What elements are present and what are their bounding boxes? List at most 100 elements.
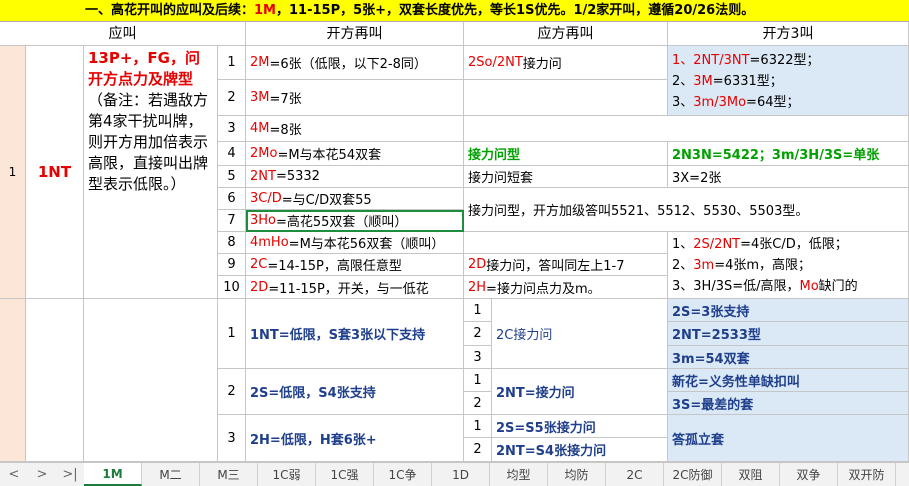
third-b3-text: 缺门的 [818,279,858,294]
resp-empty-2[interactable] [464,80,668,116]
g3-resp-1[interactable]: 2S=S5张接力问 [492,415,668,438]
g3-sub-1[interactable]: 1 [464,415,492,438]
opener-rebid-cell[interactable]: 2C =14-15P，高限任意型 [246,254,464,276]
rebid-text: =7张 [269,92,302,107]
row-header[interactable]: 1 [0,46,26,299]
opener-row-number[interactable]: 6 [218,188,246,210]
sheet-tab[interactable]: 双争 [780,463,838,486]
header-responder-rebid[interactable]: 应方再叫 [464,22,668,46]
g3-rebid[interactable]: 2H=低限，H套6张+ [246,415,464,462]
opener-rebid-cell[interactable]: 2NT =5332 [246,166,464,188]
opener-row-number[interactable]: 8 [218,232,246,254]
opener-rebid-cell[interactable]: 2M =6张（低限，以下2-8同） [246,46,464,80]
header-opener-rebid[interactable]: 开方再叫 [246,22,464,46]
sheet-tab[interactable]: 1D [432,463,490,486]
bid-1nt[interactable]: 1NT [26,46,84,299]
sheet-tab[interactable]: 双阻 [722,463,780,486]
sheet-tab[interactable]: 1C争 [374,463,432,486]
tab-nav-next[interactable]: > [28,463,56,486]
third-singleton[interactable]: 2N3N=5422；3m/3H/3S=单张 [668,142,909,166]
g2-sub-2[interactable]: 2 [464,392,492,415]
g1-third-2[interactable]: 2NT=2533型 [668,322,909,346]
g2-third-2[interactable]: 3S=最差的套 [668,392,909,415]
g2-resp[interactable]: 2NT=接力问 [492,369,668,415]
third-a3-key: 3m/3Mo [693,95,747,110]
header-response[interactable]: 应叫 [0,22,246,46]
sheet-tab[interactable]: 1C弱 [258,463,316,486]
opener-rebid-cell[interactable]: 3Ho =高花55双套（顺叫） [246,210,464,232]
banner-text-3: ，11-15P，5张+，双套长度优先，等长1S优先。1/2家开叫，遵循20/26… [276,3,755,18]
resp-2d-relay[interactable]: 2D 接力问，答叫同左上1-7 [464,254,668,276]
sheet-tab[interactable]: M二 [142,463,200,486]
third-doubleton[interactable]: 3X=2张 [668,166,909,188]
resp-2h-relay[interactable]: 2H =接力问点力及m。 [464,276,668,299]
opener-rebid-cell[interactable]: 4M =8张 [246,116,464,142]
opener-rebid-cell[interactable]: 4mHo =M与本花56双套（顺叫） [246,232,464,254]
rebid-key: 4M [250,121,270,136]
g1-number[interactable]: 1 [218,299,246,369]
resp-relay-shape[interactable]: 接力问型 [464,142,668,166]
opener-rebid-cell[interactable]: 3C/D =与C/D双套55 [246,188,464,210]
g2-third-1[interactable]: 新花=义务性单缺扣叫 [668,369,909,392]
rebid-text: =11-15P，开关，与一低花 [268,281,429,297]
opener-row-number[interactable]: 5 [218,166,246,188]
g1-third-1[interactable]: 2S=3张支持 [668,299,909,322]
g1-sub-2[interactable]: 2 [464,322,492,346]
opener-row-number[interactable]: 10 [218,276,246,299]
g3-sub-2[interactable]: 2 [464,438,492,462]
opener-row-number[interactable]: 2 [218,80,246,116]
sheet-tab[interactable]: 2C防御 [664,463,722,486]
third-a1-text: =6322型； [749,53,820,68]
sheet-tab[interactable]: 2C [606,463,664,486]
opener-rebid-cell[interactable]: 3M =7张 [246,80,464,116]
third-block-a[interactable]: 1、2NT/3NT=6322型； 2、3M=6331型； 3、3m/3Mo=64… [668,46,909,116]
opener-row-number[interactable]: 4 [218,142,246,166]
opener-rebid-cell[interactable]: 2D =11-15P，开关，与一低花 [246,276,464,299]
sheet-tab[interactable]: 双开防 [838,463,896,486]
third-a2-key: 3M [693,74,713,89]
sheet-tab[interactable]: 1C强 [316,463,374,486]
bid-description[interactable]: 13P+，FG，问开方点力及牌型（备注：若遇敌方第4家干扰叫牌，则开方用加倍表示… [84,46,218,299]
g1-rebid[interactable]: 1NT=低限，S套3张以下支持 [246,299,464,369]
tab-nav-prev[interactable]: < [0,463,28,486]
tab-list: 1M M二 M三 1C弱 1C强 1C争 1D 均型 均防 2C 2C防御 双阻 双争 双开防 [84,463,896,486]
sheet-tab[interactable]: 1M [84,463,142,486]
g2-sub-1[interactable]: 1 [464,369,492,392]
rebid-text: =M与本花56双套（顺叫） [288,237,445,252]
g1-resp[interactable]: 2C接力问 [492,299,668,369]
g1-sub-3[interactable]: 3 [464,346,492,369]
g2-number[interactable]: 2 [218,369,246,415]
rebid-text: =5332 [275,169,320,184]
g1-third-3[interactable]: 3m=54双套 [668,346,909,369]
resp-empty-8[interactable] [464,232,668,254]
opener-row-number[interactable]: 3 [218,116,246,142]
g3-third[interactable]: 答孤立套 [668,415,909,462]
sheet-tab[interactable]: 均防 [548,463,606,486]
sheet-tab[interactable]: M三 [200,463,258,486]
third-b3: 3、3H/3S=低/高限，Mo缺门的 [672,276,904,297]
resp-relay-ask[interactable]: 2So/2NT 接力问 [464,46,668,80]
opener-row-number[interactable]: 1 [218,46,246,80]
desc-red-text: 13P+，FG，问开方点力及牌型 [88,49,200,88]
g3-number[interactable]: 3 [218,415,246,462]
bid-empty-2[interactable] [26,299,84,462]
resp-empty-3[interactable] [464,116,909,142]
g1-sub-1[interactable]: 1 [464,299,492,322]
opener-row-number[interactable]: 7 [218,210,246,232]
resp-relay-short[interactable]: 接力问短套 [464,166,668,188]
g2-rebid[interactable]: 2S=低限，S4张支持 [246,369,464,415]
desc-empty-2[interactable] [84,299,218,462]
row-header-2[interactable] [0,299,26,462]
opener-row-number[interactable]: 9 [218,254,246,276]
sheet-tab[interactable]: 均型 [490,463,548,486]
rebid-text: =M与本花54双套 [277,148,382,163]
tab-nav-last[interactable]: >| [56,463,84,486]
third-block-b[interactable]: 1、2S/2NT=4张C/D，低限； 2、3m=4张m，高限； 3、3H/3S=… [668,232,909,299]
banner-text-2: 1M [254,3,276,18]
g3-resp-2[interactable]: 2NT=S4张接力问 [492,438,668,462]
resp-relay-shape-answers[interactable]: 接力问型，开方加级答叫5521、5512、5530、5503型。 [464,188,909,232]
third-b1-pre: 1、 [672,237,694,252]
opener-rebid-cell[interactable]: 2Mo =M与本花54双套 [246,142,464,166]
header-opener-third[interactable]: 开方3叫 [668,22,909,46]
third-a2-pre: 2、 [672,74,694,89]
